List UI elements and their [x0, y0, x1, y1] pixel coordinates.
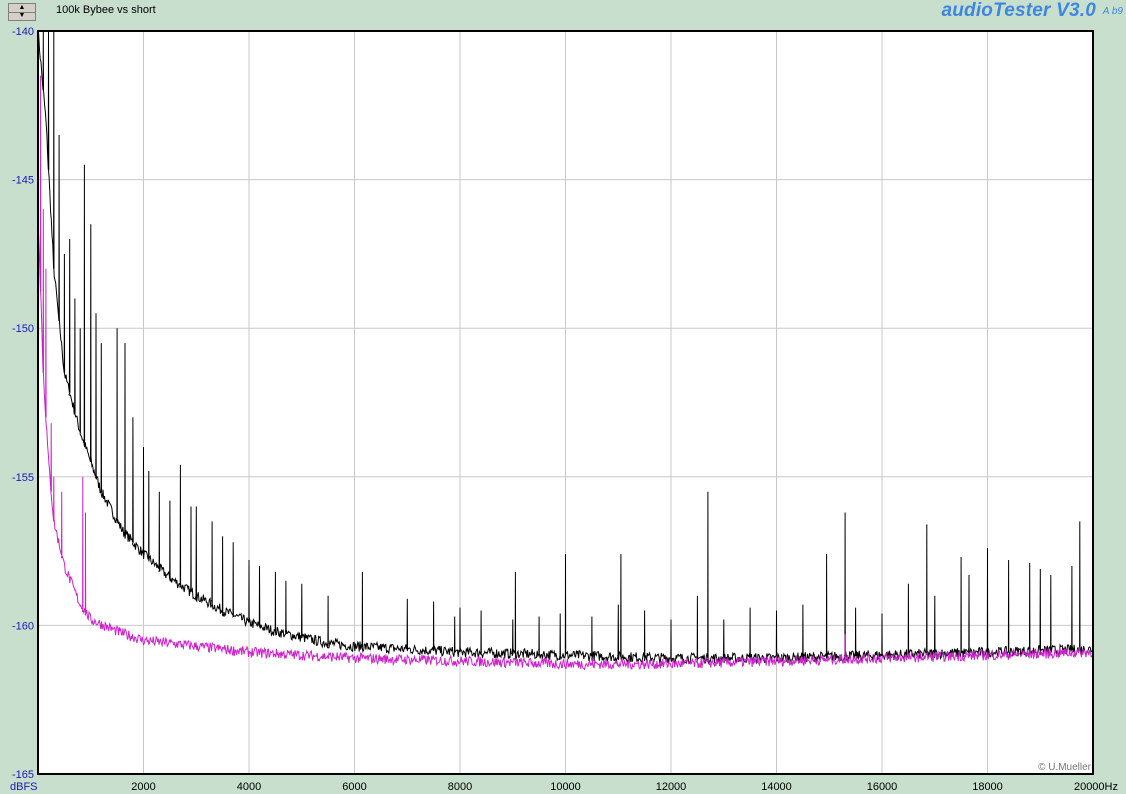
y-tick-label: -155	[12, 472, 34, 484]
y-tick-label: -145	[12, 175, 34, 187]
y-tick-label: -160	[12, 620, 34, 632]
x-tick-label: 8000	[448, 781, 472, 793]
x-tick-label: 6000	[342, 781, 366, 793]
x-tick-label: 18000	[972, 781, 1003, 793]
x-tick-label: 2000	[131, 781, 155, 793]
x-tick-label: 16000	[867, 781, 898, 793]
x-tick-label: 4000	[237, 781, 261, 793]
x-tick-label: 12000	[656, 781, 687, 793]
x-end-label: 20000Hz	[1074, 781, 1118, 793]
x-tick-label: 10000	[550, 781, 581, 793]
y-tick-label: -165	[12, 769, 34, 781]
y-unit-label: dBFS	[10, 781, 38, 793]
spectrum-chart: 2000 4000 6000 8000 10000 12000 14000 16000 1800…	[10, 26, 1118, 793]
y-tick-label: -150	[12, 323, 34, 335]
y-tick-label: -140	[12, 26, 34, 38]
credit-label: © U.Mueller	[1038, 762, 1092, 773]
x-tick-label: 14000	[761, 781, 792, 793]
